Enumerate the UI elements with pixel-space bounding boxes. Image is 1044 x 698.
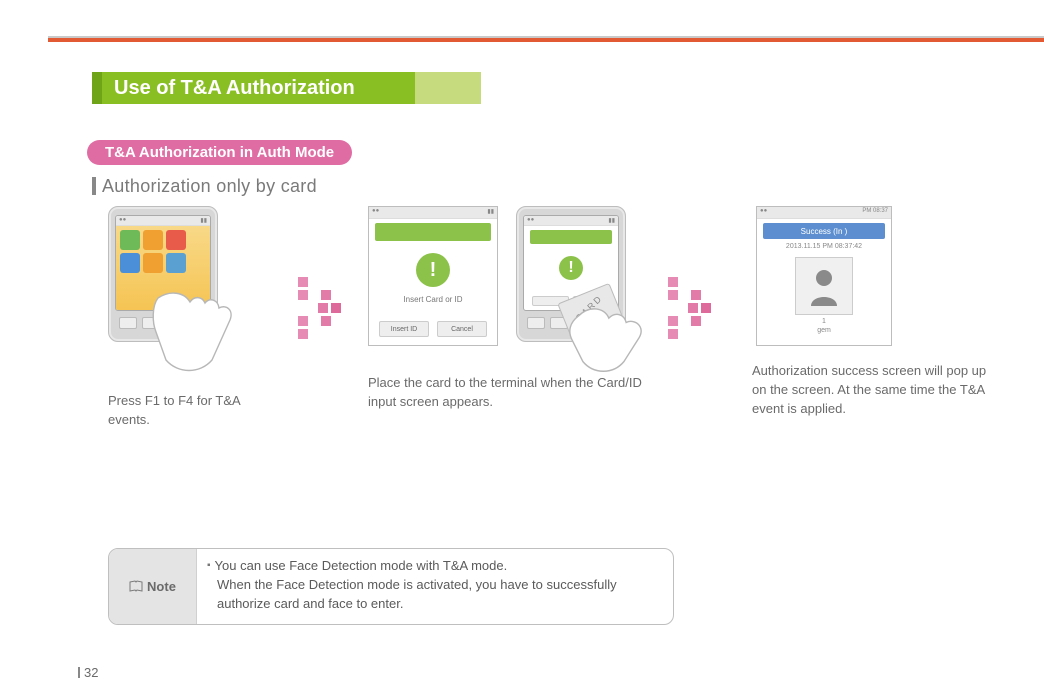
insert-id-button[interactable]: Insert ID	[379, 321, 429, 337]
alert-text: Insert Card or ID	[369, 295, 497, 304]
cancel-button[interactable]: Cancel	[437, 321, 487, 337]
step-3: ●●PM 08:37 Success (In ) 2013.11.15 PM 0…	[752, 206, 972, 419]
step-2-caption: Place the card to the terminal when the …	[368, 374, 668, 412]
step-1: ●●▮▮ Press	[108, 206, 298, 430]
success-banner: Success (In )	[763, 223, 885, 239]
flow-arrow-icon	[298, 277, 338, 339]
user-info: 1 gem	[757, 317, 891, 335]
step-2: ●●▮▮ ! Insert Card or ID Insert ID Cance…	[368, 206, 668, 412]
step-1-caption: Press F1 to F4 for T&A events.	[108, 392, 278, 430]
person-icon	[807, 266, 841, 306]
note-label: Note	[109, 549, 197, 624]
status-bar: ●●PM 08:37	[757, 207, 891, 219]
step-3-caption: Authorization success screen will pop up…	[752, 362, 992, 419]
section-title-bar: Use of T&A Authorization	[92, 72, 481, 104]
subsection-pill: T&A Authorization in Auth Mode	[87, 140, 352, 165]
title-decoration	[371, 72, 481, 104]
status-bar: ●●▮▮	[369, 207, 497, 219]
success-timestamp: 2013.11.15 PM 08:37:42	[757, 243, 891, 250]
user-id: 1	[757, 317, 891, 326]
note-box: Note You can use Face Detection mode wit…	[108, 548, 674, 625]
page-number: 32	[78, 665, 98, 680]
note-body: You can use Face Detection mode with T&A…	[197, 549, 673, 624]
section-heading: Authorization only by card	[92, 176, 317, 197]
success-screen: ●●PM 08:37 Success (In ) 2013.11.15 PM 0…	[756, 206, 892, 346]
steps-row: ●●▮▮ Press	[108, 206, 1024, 430]
user-photo	[795, 257, 853, 315]
pointing-hand-icon	[150, 288, 270, 378]
alert-icon: !	[416, 253, 450, 287]
top-divider	[48, 36, 1044, 42]
status-bar: ●●▮▮	[116, 216, 210, 226]
card-hand-icon: CARD	[556, 284, 676, 364]
status-bar: ●●▮▮	[524, 216, 618, 226]
insert-card-screen: ●●▮▮ ! Insert Card or ID Insert ID Cance…	[368, 206, 498, 346]
dialog-buttons: Insert ID Cancel	[379, 321, 487, 337]
user-name: gem	[757, 326, 891, 335]
note-line-2: When the Face Detection mode is activate…	[207, 576, 659, 614]
note-label-text: Note	[147, 579, 176, 594]
book-icon	[129, 579, 143, 593]
note-line-1: You can use Face Detection mode with T&A…	[207, 557, 659, 576]
section-title: Use of T&A Authorization	[92, 72, 371, 104]
